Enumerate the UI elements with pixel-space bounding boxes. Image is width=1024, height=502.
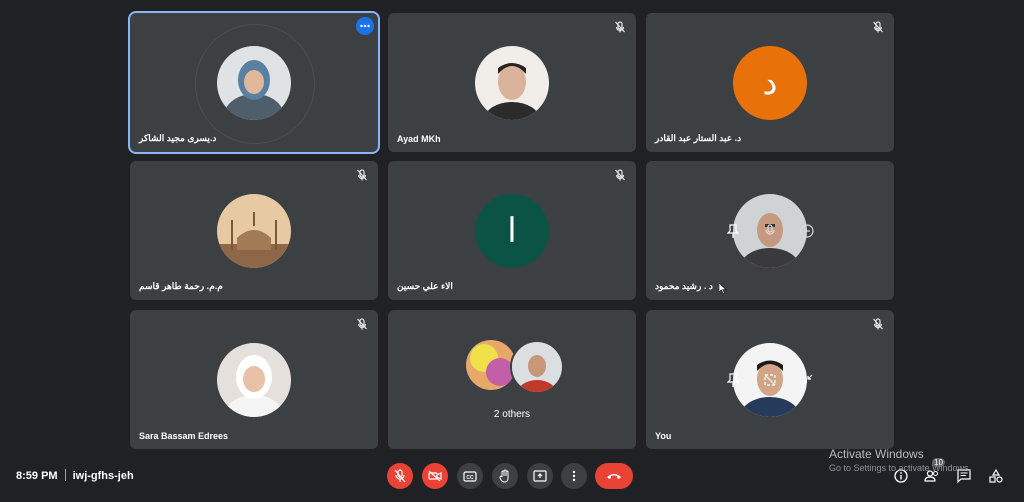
- avatar: [217, 342, 291, 417]
- activation-title: Activate Windows: [829, 447, 924, 461]
- participant-tile[interactable]: د.يسرى مجيد الشاكر: [130, 13, 378, 152]
- participant-tile[interactable]: ا الاء علي حسين: [388, 161, 636, 300]
- present-icon: [533, 470, 547, 482]
- shapes-icon: [989, 469, 1003, 483]
- mic-off-icon: [871, 317, 885, 331]
- participant-name: د.يسرى مجيد الشاكر: [139, 133, 217, 143]
- frame-off-icon[interactable]: [759, 369, 781, 391]
- tile-hover-controls: [722, 369, 818, 391]
- participant-name: د. عبد الستار عبد القادر: [655, 133, 742, 143]
- more-options-button[interactable]: [561, 463, 587, 489]
- participant-tile[interactable]: You: [646, 310, 894, 449]
- avatar: [475, 45, 549, 120]
- meeting-code[interactable]: iwj-gfhs-jeh: [73, 470, 134, 482]
- hang-up-icon: [607, 474, 621, 479]
- captions-button[interactable]: CC: [457, 463, 483, 489]
- tile-hover-controls: [722, 220, 818, 242]
- captions-icon: CC: [463, 470, 477, 482]
- present-screen-button[interactable]: [527, 463, 553, 489]
- participant-name: You: [655, 431, 672, 441]
- participant-tile[interactable]: د د. عبد الستار عبد القادر: [646, 13, 894, 152]
- avatar: [217, 45, 291, 120]
- avatar-initial: ا: [475, 193, 549, 268]
- participant-tile[interactable]: Ayad MKh: [388, 13, 636, 152]
- mic-off-icon: [613, 168, 627, 182]
- participant-tile[interactable]: م.م. رحمة طاهر قاسم: [130, 161, 378, 300]
- hand-icon: [499, 469, 509, 483]
- mic-off-icon: [355, 168, 369, 182]
- others-count-label: 2 others: [493, 409, 531, 420]
- mic-off-icon: [355, 317, 369, 331]
- participant-tile[interactable]: د . رشيد محمود: [646, 161, 894, 300]
- mic-off-icon: [613, 20, 627, 34]
- participant-name: د . رشيد محمود: [655, 281, 713, 291]
- participant-name: الاء علي حسين: [397, 281, 453, 291]
- mouse-cursor-icon: [719, 283, 727, 294]
- windows-activation-watermark: Activate Windows Go to Settings to activ…: [829, 447, 971, 473]
- meeting-info: 8:59 PM iwj-gfhs-jeh: [16, 469, 134, 482]
- remove-participant-icon[interactable]: [796, 220, 818, 242]
- mic-off-icon: [871, 20, 885, 34]
- activation-subtitle: Go to Settings to activate Windows.: [829, 463, 972, 473]
- more-options-button[interactable]: [356, 17, 374, 35]
- mute-participant-icon[interactable]: [759, 220, 781, 242]
- svg-text:CC: CC: [466, 475, 474, 481]
- mic-toggle-button[interactable]: [387, 463, 413, 489]
- camera-off-icon: [428, 470, 442, 482]
- avatar: [466, 340, 516, 390]
- raise-hand-button[interactable]: [492, 463, 518, 489]
- minimize-icon[interactable]: [796, 369, 818, 391]
- avatar-initial: د: [733, 45, 807, 120]
- end-call-button[interactable]: [595, 463, 633, 489]
- participant-name: Ayad MKh: [397, 134, 441, 144]
- pin-icon[interactable]: [722, 369, 744, 391]
- divider: [64, 469, 66, 481]
- participant-tile[interactable]: Sara Bassam Edrees: [130, 310, 378, 449]
- participant-tile[interactable]: 2 others: [388, 310, 636, 449]
- mic-off-icon: [394, 469, 406, 483]
- avatar: [217, 193, 291, 268]
- pin-icon[interactable]: [722, 220, 744, 242]
- participant-name: م.م. رحمة طاهر قاسم: [139, 281, 223, 291]
- participant-name: Sara Bassam Edrees: [139, 431, 229, 441]
- activities-button[interactable]: [986, 466, 1006, 486]
- camera-toggle-button[interactable]: [422, 463, 448, 489]
- avatar: [510, 340, 564, 394]
- meeting-time: 8:59 PM: [16, 470, 58, 482]
- more-vert-icon: [572, 470, 576, 482]
